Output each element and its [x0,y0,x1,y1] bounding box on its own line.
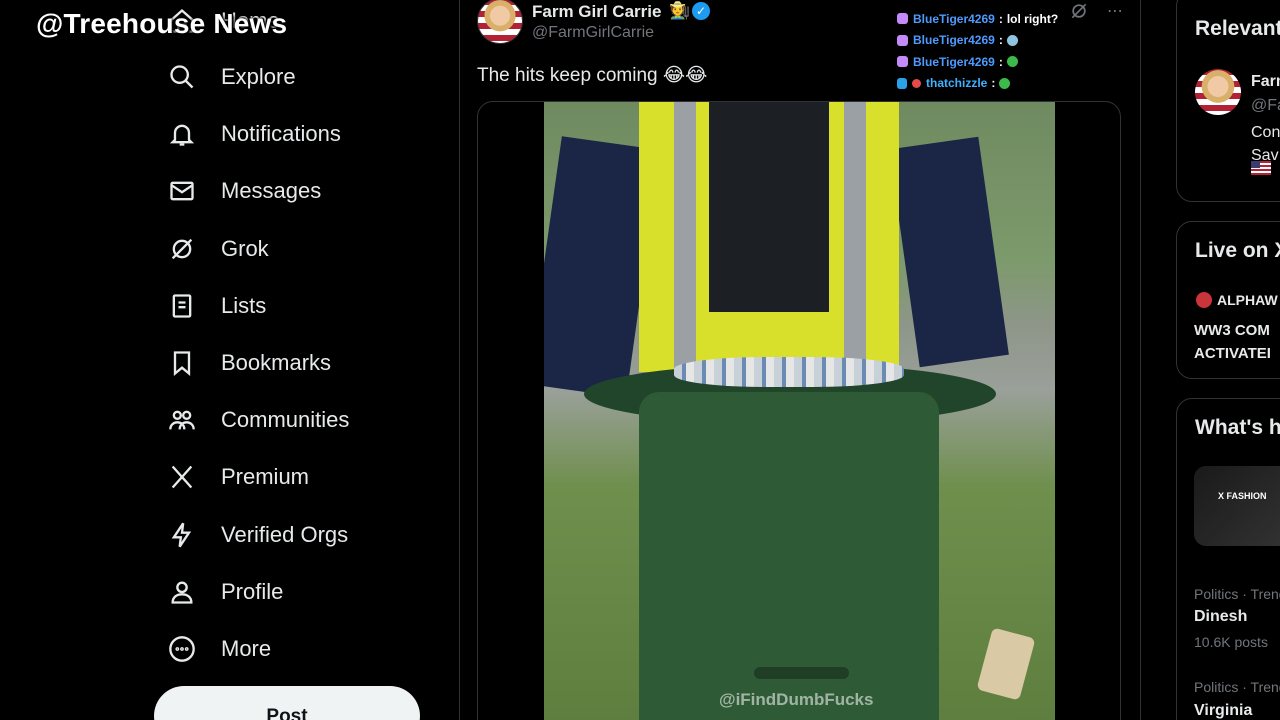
nav-messages[interactable]: Messages [160,162,440,219]
chat-badge-icon [912,78,921,88]
post-button[interactable]: Post [154,686,420,720]
chat-message: thatchizzle : [897,73,1117,95]
nav-verified-orgs-label: Verified Orgs [221,521,349,547]
trend-post-count: 10.6K posts [1194,634,1268,650]
nav-communities-label: Communities [221,406,350,432]
chat-badge-icon [897,56,908,68]
chat-message: BlueTiger4269 : [897,51,1117,73]
nav-notifications[interactable]: Notifications [160,105,440,162]
stream-chat-overlay: BlueTiger4269 : lol right? BlueTiger4269… [897,8,1117,94]
thumbnail-label: X FASHION [1218,491,1267,501]
tweet-photo[interactable]: @iFindDumbFucks [544,102,1055,720]
relevant-handle[interactable]: @FarmGirlCarrie [1251,97,1280,115]
nav-lists[interactable]: Lists [160,277,440,334]
chat-text: lol right? [1006,11,1059,26]
photo-shirt [709,102,829,312]
search-icon [160,55,204,99]
chat-message: BlueTiger4269 : lol right? [897,8,1117,30]
chat-emote-icon [1006,56,1018,68]
photo-vest-stripe [844,102,866,372]
live-on-x-title: Live on X [1195,239,1280,262]
tweet-media[interactable]: @iFindDumbFucks [477,101,1121,720]
right-sidebar: Relevant people Farm Girl Carrie @FarmGi… [1176,0,1280,720]
nav-notifications-label: Notifications [221,120,341,146]
nav-more[interactable]: More [160,620,440,677]
channel-watermark: @Treehouse News [36,8,288,39]
chat-message: BlueTiger4269 : [897,30,1117,52]
nav-profile-label: Profile [221,578,284,604]
live-title-line[interactable]: WW3 COM [1194,322,1270,339]
nav-messages-label: Messages [221,177,322,203]
chat-badge-icon [897,77,907,89]
live-host-name[interactable]: ALPHAW [1217,292,1278,308]
trend-meta: Politics · Trending [1194,586,1280,602]
bell-icon [160,112,204,156]
photo-vest-stripe [674,102,696,372]
person-icon [160,570,204,614]
photo-trash [674,357,904,387]
chat-username: BlueTiger4269 [913,54,995,69]
photo-bin-handle [754,667,849,679]
farmer-emoji-icon: 🧑‍🌾 [669,1,691,20]
relevant-people-title: Relevant people [1195,17,1280,40]
nav-explore[interactable]: Explore [160,48,440,105]
whats-happening-title: What's happening [1195,416,1280,439]
tweet: Farm Girl Carrie 🧑‍🌾 ✓ @FarmGirlCarrie ⋯… [460,0,1140,720]
photo-arm-right [889,136,1009,368]
verified-badge-icon: ✓ [692,2,710,20]
nav-explore-label: Explore [221,63,296,89]
nav-bookmarks-label: Bookmarks [221,349,332,375]
chat-emote-icon [999,77,1011,89]
tweet-text: The hits keep coming 😂😂 [477,65,708,86]
author-avatar[interactable] [477,0,523,44]
trend-name[interactable]: Dinesh [1194,608,1247,626]
nav-grok-label: Grok [221,235,269,261]
lightning-icon [160,513,204,557]
nav-verified-orgs[interactable]: Verified Orgs [160,506,440,563]
nav-premium[interactable]: Premium [160,448,440,505]
bookmark-icon [160,341,204,385]
chat-username: thatchizzle [926,76,988,91]
photo-credit-watermark: @iFindDumbFucks [719,690,874,709]
chat-badge-icon [897,34,908,46]
list-icon [160,284,204,328]
more-circle-icon [160,627,204,671]
nav-bookmarks[interactable]: Bookmarks [160,334,440,391]
nav-grok[interactable]: Grok [160,220,440,277]
x-logo-icon [160,455,204,499]
nav-communities[interactable]: Communities [160,391,440,448]
envelope-icon [160,169,204,213]
nav-more-label: More [221,635,272,661]
chat-separator: : [998,11,1003,26]
us-flag-icon [1251,161,1271,175]
chat-username: BlueTiger4269 [913,11,995,26]
chat-separator: : [998,54,1003,69]
left-nav: Home Explore Notifications Messages Grok… [160,0,460,720]
chat-emote-icon [1006,34,1018,46]
trend-thumbnail[interactable]: X FASHION [1194,466,1280,546]
photo-cup [976,627,1036,701]
live-title-line[interactable]: ACTIVATEI [1194,345,1271,362]
chat-username: BlueTiger4269 [913,33,995,48]
chat-badge-icon [897,13,908,25]
column-divider-right [1140,0,1141,720]
nav-premium-label: Premium [221,463,310,489]
nav-profile[interactable]: Profile [160,563,440,620]
relevant-name[interactable]: Farm Girl Carrie [1251,73,1280,91]
trend-meta: Politics · Trending [1194,679,1280,695]
trend-name[interactable]: Virginia [1194,702,1252,720]
chat-separator: : [991,76,996,91]
grok-icon [160,227,204,271]
relevant-people-card: Relevant people Farm Girl Carrie @FarmGi… [1176,0,1280,202]
people-icon [160,398,204,442]
whats-happening-card: What's happening [1176,398,1280,720]
nav-lists-label: Lists [221,292,267,318]
author-handle[interactable]: @FarmGirlCarrie [532,24,654,42]
chat-separator: : [998,33,1003,48]
live-host-avatar[interactable] [1196,292,1212,308]
relevant-bio-line: Con [1251,124,1280,141]
author-name[interactable]: Farm Girl Carrie [532,2,661,22]
relevant-avatar[interactable] [1195,69,1241,115]
